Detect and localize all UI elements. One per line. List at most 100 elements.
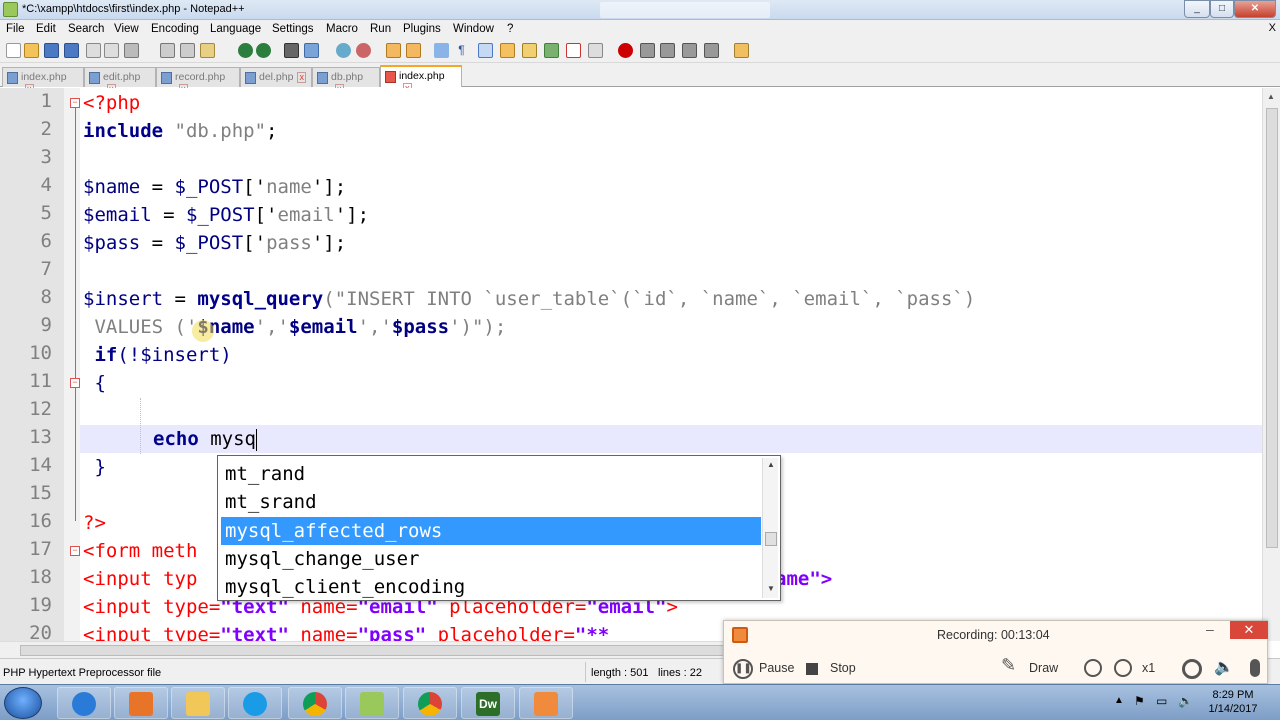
copy-icon[interactable] <box>180 43 195 58</box>
stop-icon[interactable] <box>806 663 818 675</box>
print-icon[interactable] <box>124 43 139 58</box>
monitoring-icon[interactable] <box>588 43 603 58</box>
microphone-icon[interactable] <box>1250 659 1260 677</box>
taskbar-media[interactable] <box>114 687 168 719</box>
tab-index-php-1[interactable]: index.phpx <box>2 67 84 95</box>
tray-expand-icon[interactable]: ▲ <box>1114 695 1124 706</box>
scrollbar-thumb[interactable] <box>20 645 740 656</box>
tab-del-php[interactable]: del.php x <box>240 67 312 87</box>
tab-index-php-active[interactable]: index.phpx <box>380 65 462 94</box>
close-window-button[interactable]: ✕ <box>1234 0 1276 18</box>
draw-button[interactable]: Draw <box>1029 661 1058 675</box>
scroll-up-arrow-icon[interactable]: ▲ <box>767 460 775 469</box>
menu-language[interactable]: Language <box>210 23 261 35</box>
cut-icon[interactable] <box>160 43 175 58</box>
taskbar-skype[interactable] <box>228 687 282 719</box>
speaker-icon[interactable]: 🔈 <box>1214 657 1234 677</box>
undo-icon[interactable] <box>238 43 253 58</box>
stop-macro-icon[interactable] <box>640 43 655 58</box>
menu-window[interactable]: Window <box>453 23 494 35</box>
autocomplete-item[interactable]: mt_srand <box>221 488 761 516</box>
sync-vertical-icon[interactable] <box>386 43 401 58</box>
zoom-in-icon[interactable] <box>336 43 351 58</box>
save-macro-icon[interactable] <box>704 43 719 58</box>
scrollbar-thumb[interactable] <box>765 532 777 546</box>
menu-run[interactable]: Run <box>370 23 391 35</box>
udl-icon[interactable] <box>500 43 515 58</box>
show-all-chars-icon[interactable]: ¶ <box>454 43 469 58</box>
taskbar-explorer[interactable] <box>171 687 225 719</box>
system-clock[interactable]: 8:29 PM 1/14/2017 <box>1200 688 1266 716</box>
taskbar-dreamweaver[interactable]: Dw <box>461 687 515 719</box>
volume-icon[interactable]: 🔈 <box>1178 694 1193 708</box>
webcam-icon[interactable] <box>1182 659 1202 679</box>
record-macro-icon[interactable] <box>618 43 633 58</box>
vertical-scrollbar[interactable]: ▲ <box>1262 88 1280 641</box>
maximize-button[interactable]: □ <box>1210 0 1234 18</box>
menu-edit[interactable]: Edit <box>36 23 56 35</box>
indent-guide-icon[interactable] <box>478 43 493 58</box>
menu-file[interactable]: File <box>6 23 25 35</box>
start-button[interactable] <box>4 687 42 719</box>
tab-record-php[interactable]: record.phpx <box>156 67 240 95</box>
taskbar-notepadpp[interactable] <box>345 687 399 719</box>
pause-icon[interactable]: ❚❚ <box>733 659 753 679</box>
taskbar-recorder[interactable] <box>519 687 573 719</box>
close-icon[interactable] <box>86 43 101 58</box>
plugin-icon[interactable] <box>734 43 749 58</box>
close-all-icon[interactable] <box>104 43 119 58</box>
fold-toggle-icon[interactable]: − <box>70 378 80 388</box>
menu-encoding[interactable]: Encoding <box>151 23 199 35</box>
menu-plugins[interactable]: Plugins <box>403 23 441 35</box>
redo-icon[interactable] <box>256 43 271 58</box>
zoom-out-icon[interactable] <box>1114 659 1132 677</box>
close-document-button[interactable]: X <box>1269 22 1276 34</box>
stop-button[interactable]: Stop <box>830 661 856 675</box>
zoom-in-icon[interactable] <box>1084 659 1102 677</box>
menu-macro[interactable]: Macro <box>326 23 358 35</box>
pause-button[interactable]: Pause <box>759 661 794 675</box>
autocomplete-item-selected[interactable]: mysql_affected_rows <box>221 517 761 545</box>
horizontal-scrollbar[interactable] <box>0 641 760 658</box>
new-file-icon[interactable] <box>6 43 21 58</box>
recorder-minimize-button[interactable]: – <box>1206 621 1214 637</box>
autocomplete-item[interactable]: mysql_client_encoding <box>221 573 761 601</box>
play-macro-icon[interactable] <box>660 43 675 58</box>
sync-horizontal-icon[interactable] <box>406 43 421 58</box>
folder-workspace-icon[interactable] <box>566 43 581 58</box>
menu-settings[interactable]: Settings <box>272 23 314 35</box>
pen-icon[interactable]: ✎ <box>1001 655 1016 676</box>
scroll-up-arrow-icon[interactable]: ▲ <box>1267 92 1275 101</box>
autocomplete-scrollbar[interactable]: ▲ ▼ <box>762 458 778 598</box>
word-wrap-icon[interactable] <box>434 43 449 58</box>
tab-close-icon[interactable]: x <box>297 72 306 83</box>
fold-toggle-icon[interactable]: − <box>70 546 80 556</box>
play-multiple-macro-icon[interactable] <box>682 43 697 58</box>
autocomplete-item[interactable]: mt_rand <box>221 460 761 488</box>
tab-edit-php[interactable]: edit.phpx <box>84 67 156 95</box>
taskbar-ie[interactable] <box>57 687 111 719</box>
paste-icon[interactable] <box>200 43 215 58</box>
save-icon[interactable] <box>44 43 59 58</box>
function-list-icon[interactable] <box>544 43 559 58</box>
open-file-icon[interactable] <box>24 43 39 58</box>
taskbar-chrome-2[interactable] <box>403 687 457 719</box>
taskbar-chrome-1[interactable] <box>288 687 342 719</box>
menu-view[interactable]: View <box>114 23 139 35</box>
scroll-down-arrow-icon[interactable]: ▼ <box>767 584 775 593</box>
tab-db-php[interactable]: db.phpx <box>312 67 380 95</box>
network-icon[interactable]: ⚑ <box>1134 694 1145 708</box>
zoom-out-icon[interactable] <box>356 43 371 58</box>
menu-search[interactable]: Search <box>68 23 104 35</box>
save-all-icon[interactable] <box>64 43 79 58</box>
action-center-icon[interactable]: ▭ <box>1156 694 1167 708</box>
fold-toggle-icon[interactable]: − <box>70 98 80 108</box>
find-icon[interactable] <box>284 43 299 58</box>
scrollbar-thumb[interactable] <box>1266 108 1278 548</box>
minimize-button[interactable]: _ <box>1184 0 1210 18</box>
doc-map-icon[interactable] <box>522 43 537 58</box>
replace-icon[interactable] <box>304 43 319 58</box>
autocomplete-item[interactable]: mysql_change_user <box>221 545 761 573</box>
recorder-close-button[interactable]: ✕ <box>1230 621 1268 639</box>
menu-help[interactable]: ? <box>507 23 513 35</box>
